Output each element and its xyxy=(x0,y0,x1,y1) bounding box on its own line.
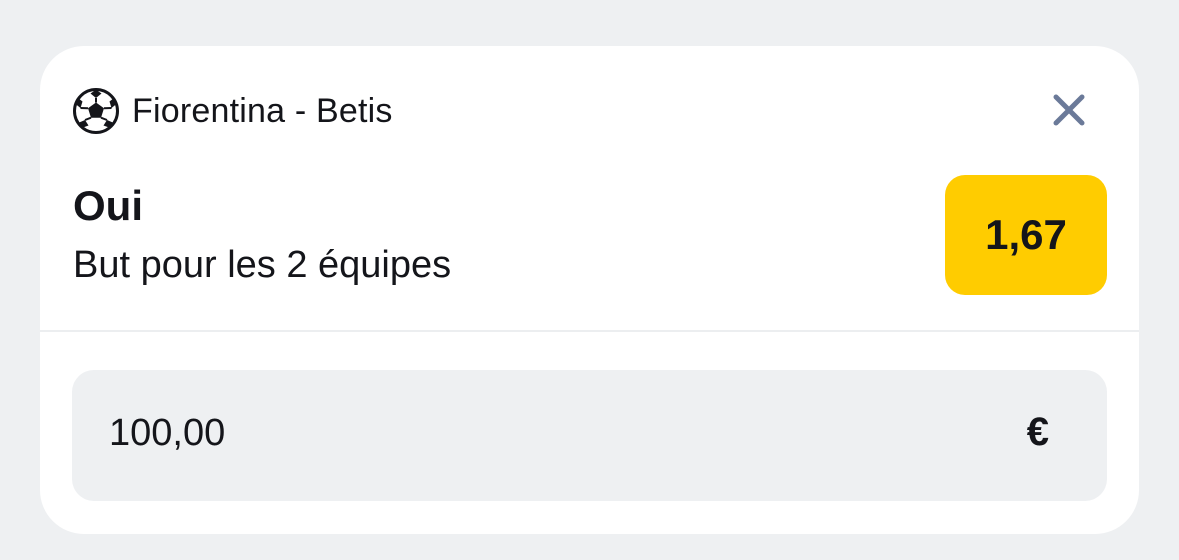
stake-value: 100,00 xyxy=(109,412,226,454)
match-header: Fiorentina - Betis xyxy=(72,86,393,136)
close-icon xyxy=(1052,93,1086,127)
selection-name: Oui xyxy=(73,182,143,229)
bet-slip-card: Fiorentina - Betis Oui But pour les 2 éq… xyxy=(40,46,1139,534)
divider xyxy=(40,330,1139,332)
match-title: Fiorentina - Betis xyxy=(132,91,393,130)
soccer-ball-icon xyxy=(72,87,120,135)
stake-input[interactable]: 100,00 € xyxy=(72,370,1107,501)
close-button[interactable] xyxy=(1049,90,1089,130)
market-name: But pour les 2 équipes xyxy=(73,244,452,286)
currency-symbol: € xyxy=(1026,410,1049,454)
odds-button[interactable]: 1,67 xyxy=(945,175,1107,295)
